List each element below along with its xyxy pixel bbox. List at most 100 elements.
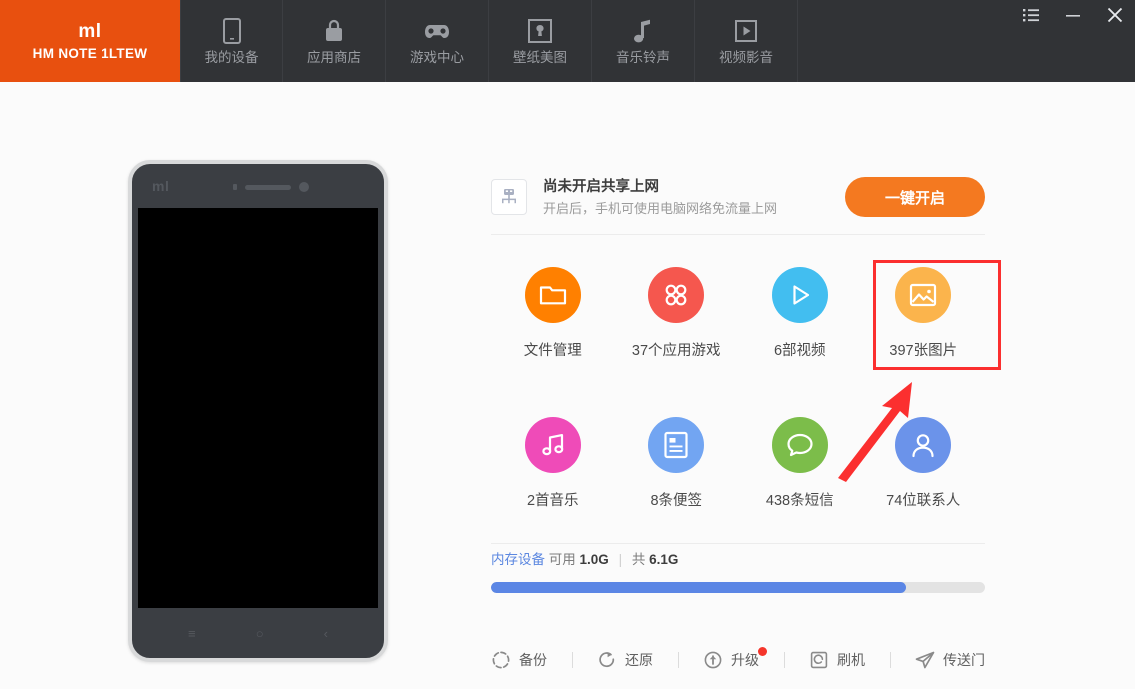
wallpaper-icon [528, 17, 552, 45]
send-icon [915, 650, 935, 670]
image-icon [895, 267, 951, 323]
gamepad-icon [424, 17, 450, 45]
category-apps-games[interactable]: 37个应用游戏 [615, 243, 739, 393]
category-label: 397张图片 [889, 342, 957, 360]
apps-grid-icon [648, 267, 704, 323]
window-controls [1021, 0, 1125, 30]
category-music[interactable]: 2首音乐 [491, 393, 615, 543]
device-summary-panel: 尚未开启共享上网 开启后，手机可使用电脑网络免流量上网 一键开启 文件管理 [491, 160, 985, 593]
category-label: 2首音乐 [527, 492, 579, 510]
tool-flash-rom[interactable]: 刷机 [809, 650, 865, 670]
tab-label: 游戏中心 [410, 50, 464, 66]
tool-label: 传送门 [943, 651, 985, 669]
tab-app-store[interactable]: 应用商店 [283, 0, 386, 82]
banner-subtitle: 开启后，手机可使用电脑网络免流量上网 [543, 199, 845, 218]
tab-label: 我的设备 [205, 50, 259, 66]
tab-music[interactable]: 音乐铃声 [592, 0, 695, 82]
video-play-icon [734, 17, 758, 45]
tab-label: 应用商店 [307, 50, 361, 66]
tool-label: 刷机 [837, 651, 865, 669]
banner-title: 尚未开启共享上网 [543, 177, 845, 197]
storage-section: 内存设备 可用 1.0G | 共 6.1G [491, 544, 985, 593]
bag-icon [323, 17, 345, 45]
category-label: 8条便签 [650, 492, 702, 510]
minimize-icon[interactable] [1063, 5, 1083, 25]
play-triangle-icon [772, 267, 828, 323]
tool-backup[interactable]: 备份 [491, 650, 547, 670]
close-icon[interactable] [1105, 5, 1125, 25]
storage-progress-track[interactable] [491, 582, 985, 593]
flash-rom-icon [809, 650, 829, 670]
category-label: 文件管理 [524, 342, 582, 360]
contact-person-icon [895, 417, 951, 473]
tool-label: 还原 [625, 651, 653, 669]
phone-frame: ml ≡ ○ ‹ [128, 160, 388, 662]
category-label: 6部视频 [774, 342, 826, 360]
tab-game-center[interactable]: 游戏中心 [386, 0, 489, 82]
storage-total-value: 6.1G [649, 552, 678, 567]
phone-home-icon[interactable]: ○ [256, 627, 264, 640]
mi-pc-suite-window: ml HM NOTE 1LTEW 我的设备 应用商店 游戏中心 [0, 0, 1135, 689]
category-contacts[interactable]: 74位联系人 [862, 393, 986, 543]
tool-label: 备份 [519, 651, 547, 669]
phone-menu-icon[interactable]: ≡ [188, 627, 196, 640]
category-row-1: 文件管理 37个应用游戏 6部视频 [491, 243, 985, 393]
bottom-toolbar: 备份 还原 升级 刷机 [491, 640, 985, 680]
phone-icon [223, 17, 241, 45]
tool-upgrade[interactable]: 升级 [703, 650, 759, 670]
tab-label: 音乐铃声 [616, 50, 670, 66]
phone-back-icon[interactable]: ‹ [324, 627, 328, 640]
phone-mi-logo: ml [152, 178, 169, 194]
folder-icon [525, 267, 581, 323]
phone-top-bezel: ml [132, 164, 384, 208]
network-share-icon [491, 179, 527, 215]
category-label: 438条短信 [766, 492, 834, 510]
category-notes[interactable]: 8条便签 [615, 393, 739, 543]
category-label: 74位联系人 [886, 492, 960, 510]
tool-label: 升级 [731, 651, 759, 669]
phone-preview: ml ≡ ○ ‹ [128, 160, 388, 662]
category-file-manager[interactable]: 文件管理 [491, 243, 615, 393]
banner-text-block: 尚未开启共享上网 开启后，手机可使用电脑网络免流量上网 [543, 177, 845, 218]
toolbar-separator [572, 652, 573, 668]
note-icon [648, 417, 704, 473]
storage-progress-fill [491, 582, 906, 593]
message-bubble-icon [772, 417, 828, 473]
menu-list-icon[interactable] [1021, 5, 1041, 25]
category-images[interactable]: 397张图片 [862, 243, 986, 393]
category-grid: 文件管理 37个应用游戏 6部视频 [491, 235, 985, 543]
nav-tabs: 我的设备 应用商店 游戏中心 壁纸美图 [180, 0, 798, 82]
phone-sensor-icon [233, 184, 237, 190]
phone-screen[interactable] [138, 208, 378, 608]
category-messages[interactable]: 438条短信 [738, 393, 862, 543]
category-videos[interactable]: 6部视频 [738, 243, 862, 393]
category-label: 37个应用游戏 [632, 342, 721, 360]
device-model-label: HM NOTE 1LTEW [33, 46, 148, 61]
tab-label: 视频影音 [719, 50, 773, 66]
tool-restore[interactable]: 还原 [597, 650, 653, 670]
phone-camera-icon [299, 182, 309, 192]
enable-sharing-button[interactable]: 一键开启 [845, 177, 985, 217]
backup-icon [491, 650, 511, 670]
tab-wallpaper[interactable]: 壁纸美图 [489, 0, 592, 82]
music-note-icon [633, 17, 653, 45]
music-notes-icon [525, 417, 581, 473]
storage-device-label[interactable]: 内存设备 [491, 552, 545, 567]
tab-my-device[interactable]: 我的设备 [180, 0, 283, 82]
storage-divider: | [619, 552, 623, 567]
device-brand-tab[interactable]: ml HM NOTE 1LTEW [0, 0, 180, 82]
mi-logo: ml [78, 22, 101, 42]
storage-summary: 内存设备 可用 1.0G | 共 6.1G [491, 550, 985, 570]
phone-nav-bar: ≡ ○ ‹ [132, 608, 384, 658]
phone-speaker-icon [245, 185, 291, 190]
upgrade-icon [703, 650, 723, 670]
category-row-2: 2首音乐 8条便签 438条短信 [491, 393, 985, 543]
storage-available-label: 可用 [549, 552, 576, 567]
tab-video[interactable]: 视频影音 [695, 0, 798, 82]
storage-total-label: 共 [632, 552, 646, 567]
toolbar-separator [890, 652, 891, 668]
tool-transfer[interactable]: 传送门 [915, 650, 985, 670]
storage-available-value: 1.0G [580, 552, 609, 567]
toolbar-separator [784, 652, 785, 668]
toolbar-separator [678, 652, 679, 668]
